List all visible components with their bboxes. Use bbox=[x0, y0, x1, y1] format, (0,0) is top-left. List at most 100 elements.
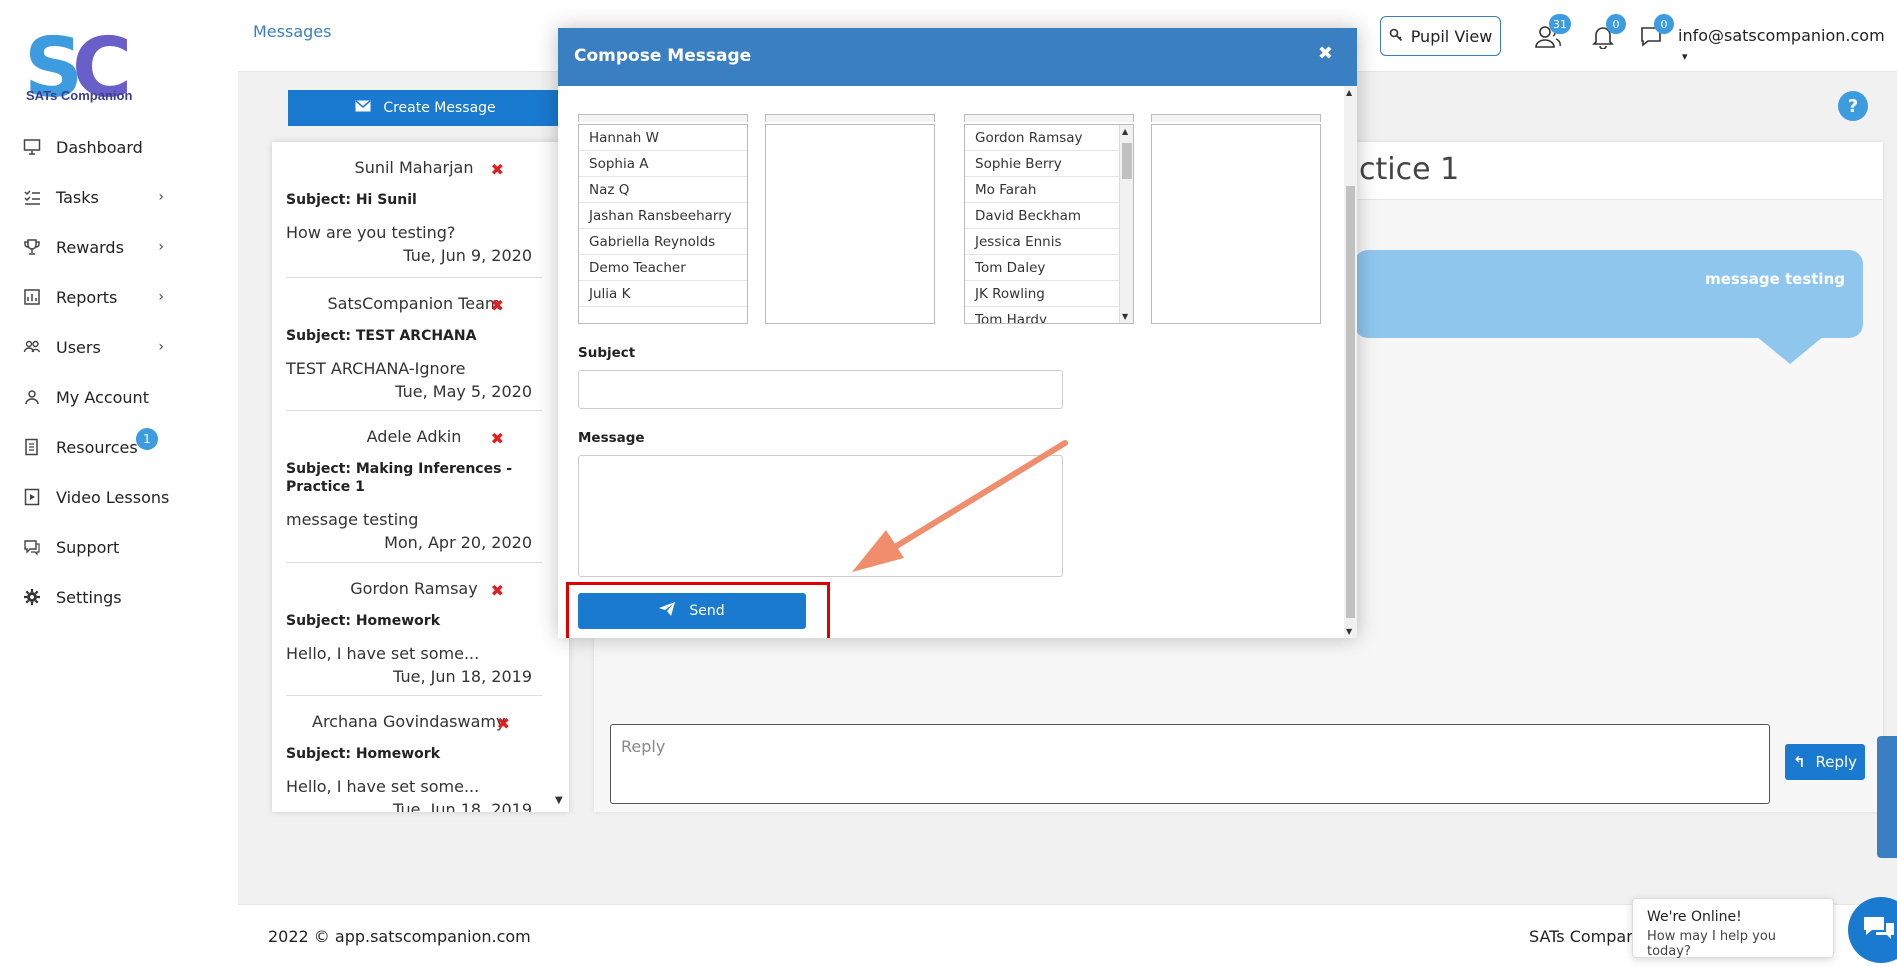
message-preview: message testing bbox=[286, 510, 419, 529]
list-item[interactable]: Hannah W bbox=[579, 125, 747, 151]
users-notification-button[interactable]: 31 bbox=[1533, 14, 1571, 52]
list-item[interactable]: Gordon Ramsay ✖ Subject: Homework Hello,… bbox=[286, 563, 542, 696]
close-icon[interactable]: ✖ bbox=[1318, 43, 1333, 64]
help-icon[interactable]: ? bbox=[1838, 91, 1868, 121]
list-item[interactable]: Naz Q bbox=[579, 177, 747, 203]
list-item[interactable]: Tom Hardy bbox=[965, 307, 1119, 323]
scrollbar-thumb[interactable] bbox=[1346, 186, 1355, 618]
delete-icon[interactable]: ✖ bbox=[497, 714, 510, 733]
subject-label: Subject bbox=[578, 345, 636, 361]
modal-title: Compose Message bbox=[574, 46, 752, 66]
sidebar-item-reports[interactable]: Reports › bbox=[0, 272, 238, 322]
create-message-button[interactable]: Create Message bbox=[288, 90, 563, 126]
list-item[interactable]: Sunil Maharjan ✖ Subject: Hi Sunil How a… bbox=[286, 142, 542, 278]
report-icon bbox=[22, 287, 42, 307]
scroll-up-arrow[interactable]: ▲ bbox=[1122, 127, 1128, 136]
sidebar-item-video-lessons[interactable]: Video Lessons bbox=[0, 472, 238, 522]
message-subject: Subject: TEST ARCHANA bbox=[286, 328, 477, 344]
message-preview: TEST ARCHANA-Ignore bbox=[286, 359, 466, 378]
breadcrumb[interactable]: Messages bbox=[253, 22, 331, 41]
scroll-up-arrow[interactable]: ▲ bbox=[1346, 88, 1352, 97]
bubble-tail bbox=[1756, 336, 1824, 364]
reply-input[interactable]: Reply bbox=[610, 724, 1770, 804]
modal-header: Compose Message ✖ bbox=[558, 28, 1357, 86]
sidebar-item-users[interactable]: Users › bbox=[0, 322, 238, 372]
pupil-view-label: Pupil View bbox=[1410, 26, 1493, 46]
delete-icon[interactable]: ✖ bbox=[491, 581, 504, 600]
send-button[interactable]: Send bbox=[578, 593, 806, 629]
feedback-tab[interactable] bbox=[1877, 736, 1897, 858]
list-item[interactable]: JK Rowling bbox=[965, 281, 1119, 307]
sidebar-item-rewards[interactable]: Rewards › bbox=[0, 222, 238, 272]
chat-bubbles-icon bbox=[1864, 917, 1894, 939]
sidebar-item-label: Tasks bbox=[56, 187, 99, 207]
paper-plane-icon bbox=[659, 602, 676, 620]
modal-scrollbar[interactable]: ▲ ▼ bbox=[1344, 86, 1357, 638]
account-email: info@satscompanion.com bbox=[1678, 26, 1885, 45]
sidebar: S C SATs Companion Dashboard Tasks › Rew… bbox=[0, 0, 238, 967]
list-item[interactable]: Demo Teacher bbox=[579, 255, 747, 281]
reply-label: Reply bbox=[1815, 753, 1858, 771]
scroll-down-arrow[interactable]: ▼ bbox=[555, 795, 563, 806]
gear-icon bbox=[22, 587, 42, 607]
delete-icon[interactable]: ✖ bbox=[491, 429, 504, 448]
message-date: Tue, Jun 18, 2019 bbox=[393, 667, 532, 686]
list-item[interactable]: SatsCompanion Team ✖ Subject: TEST ARCHA… bbox=[286, 278, 542, 411]
bubble-text: message testing bbox=[1705, 270, 1845, 288]
selected-recipients-list[interactable] bbox=[765, 124, 935, 324]
list-item[interactable]: Archana Govindaswamy ✖ Subject: Homework… bbox=[286, 696, 542, 812]
subject-input[interactable] bbox=[578, 370, 1063, 409]
message-date: Tue, Jun 18, 2019 bbox=[393, 800, 532, 812]
chat-popup[interactable]: We're Online! How may I help you today? bbox=[1632, 898, 1834, 959]
message-textarea[interactable] bbox=[578, 455, 1063, 577]
delete-icon[interactable]: ✖ bbox=[491, 160, 504, 179]
notifications-badge: 0 bbox=[1606, 14, 1626, 34]
message-preview: Hello, I have set some... bbox=[286, 777, 480, 796]
list-item[interactable]: Sophie Berry bbox=[965, 151, 1119, 177]
message-list[interactable]: Sunil Maharjan ✖ Subject: Hi Sunil How a… bbox=[272, 142, 569, 812]
create-message-label: Create Message bbox=[383, 100, 496, 116]
list-item[interactable]: Mo Farah bbox=[965, 177, 1119, 203]
selected-recipients-list-2[interactable] bbox=[1151, 124, 1321, 324]
key-icon bbox=[1389, 27, 1403, 46]
list-item[interactable]: Gabriella Reynolds bbox=[579, 229, 747, 255]
reply-button[interactable]: ↰ Reply bbox=[1785, 744, 1865, 780]
list-item[interactable]: David Beckham bbox=[965, 203, 1119, 229]
scrollbar-thumb[interactable] bbox=[1122, 143, 1132, 179]
list-item[interactable]: Gordon Ramsay bbox=[965, 125, 1119, 151]
scroll-down-arrow[interactable]: ▼ bbox=[1346, 627, 1352, 636]
chevron-right-icon: › bbox=[158, 189, 164, 205]
checklist-icon bbox=[22, 187, 42, 207]
available-recipients-list[interactable]: Hannah W Sophia A Naz Q Jashan Ransbeeha… bbox=[578, 124, 748, 324]
sidebar-item-label: Reports bbox=[56, 287, 118, 307]
sidebar-item-my-account[interactable]: My Account bbox=[0, 372, 238, 422]
sidebar-item-resources[interactable]: Resources 1 bbox=[0, 422, 238, 472]
list-scrollbar[interactable]: ▲ ▼ bbox=[1119, 125, 1133, 323]
account-menu[interactable]: info@satscompanion.com ▾ bbox=[1678, 26, 1897, 64]
detail-title: ctice 1 bbox=[1359, 152, 1460, 187]
notifications-button[interactable]: 0 bbox=[1588, 14, 1626, 52]
list-item[interactable]: Jessica Ennis bbox=[965, 229, 1119, 255]
message-date: Mon, Apr 20, 2020 bbox=[384, 533, 532, 552]
delete-icon[interactable]: ✖ bbox=[491, 296, 504, 315]
message-date: Tue, Jun 9, 2020 bbox=[403, 246, 532, 265]
list-item[interactable]: Jashan Ransbeeharry bbox=[579, 203, 747, 229]
users-icon bbox=[22, 337, 42, 357]
sidebar-item-tasks[interactable]: Tasks › bbox=[0, 172, 238, 222]
chevron-right-icon: › bbox=[158, 339, 164, 355]
sidebar-item-settings[interactable]: Settings bbox=[0, 572, 238, 622]
scroll-down-arrow[interactable]: ▼ bbox=[1122, 312, 1128, 321]
logo-text: SATs Companion bbox=[26, 88, 133, 103]
available-recipients-list-2[interactable]: Gordon Ramsay Sophie Berry Mo Farah Davi… bbox=[964, 124, 1134, 324]
messages-button[interactable]: 0 bbox=[1636, 14, 1674, 52]
chevron-right-icon: › bbox=[158, 239, 164, 255]
message-label: Message bbox=[578, 430, 645, 446]
sidebar-item-support[interactable]: Support bbox=[0, 522, 238, 572]
sidebar-item-dashboard[interactable]: Dashboard bbox=[0, 122, 238, 172]
pupil-view-button[interactable]: Pupil View bbox=[1380, 16, 1501, 56]
sidebar-item-label: Support bbox=[56, 537, 120, 557]
list-item[interactable]: Sophia A bbox=[579, 151, 747, 177]
list-item[interactable]: Adele Adkin ✖ Subject: Making Inferences… bbox=[286, 411, 542, 563]
list-item[interactable]: Tom Daley bbox=[965, 255, 1119, 281]
list-item[interactable]: Julia K bbox=[579, 281, 747, 307]
